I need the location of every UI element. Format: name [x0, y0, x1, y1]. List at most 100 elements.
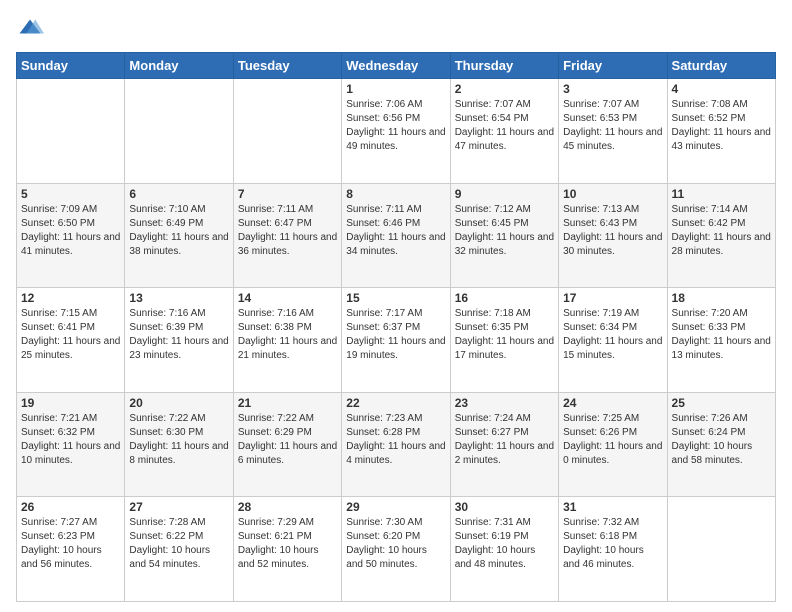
weekday-row: SundayMondayTuesdayWednesdayThursdayFrid…	[17, 53, 776, 79]
day-info: Sunrise: 7:30 AMSunset: 6:20 PMDaylight:…	[346, 516, 445, 572]
day-number: 30	[455, 500, 554, 514]
calendar-week-3: 19 Sunrise: 7:21 AMSunset: 6:32 PMDayligh…	[17, 392, 776, 497]
calendar-cell: 19 Sunrise: 7:21 AMSunset: 6:32 PMDayligh…	[17, 392, 125, 497]
calendar-week-1: 5 Sunrise: 7:09 AMSunset: 6:50 PMDaylight…	[17, 183, 776, 288]
weekday-header-thursday: Thursday	[450, 53, 558, 79]
day-number: 19	[21, 396, 120, 410]
day-info: Sunrise: 7:28 AMSunset: 6:22 PMDaylight:…	[129, 516, 228, 572]
calendar: SundayMondayTuesdayWednesdayThursdayFrid…	[16, 52, 776, 602]
day-info: Sunrise: 7:06 AMSunset: 6:56 PMDaylight:…	[346, 98, 445, 154]
day-number: 11	[672, 187, 771, 201]
weekday-header-tuesday: Tuesday	[233, 53, 341, 79]
logo	[16, 16, 48, 44]
weekday-header-wednesday: Wednesday	[342, 53, 450, 79]
day-number: 15	[346, 291, 445, 305]
day-info: Sunrise: 7:22 AMSunset: 6:29 PMDaylight:…	[238, 412, 337, 468]
day-number: 20	[129, 396, 228, 410]
weekday-header-monday: Monday	[125, 53, 233, 79]
day-info: Sunrise: 7:22 AMSunset: 6:30 PMDaylight:…	[129, 412, 228, 468]
calendar-cell: 4 Sunrise: 7:08 AMSunset: 6:52 PMDaylight…	[667, 79, 775, 184]
day-number: 8	[346, 187, 445, 201]
calendar-cell: 9Sunrise: 7:12 AMSunset: 6:45 PMDaylight…	[450, 183, 558, 288]
day-number: 24	[563, 396, 662, 410]
day-number: 31	[563, 500, 662, 514]
day-info: Sunrise: 7:26 AMSunset: 6:24 PMDaylight:…	[672, 412, 771, 468]
day-number: 3	[563, 82, 662, 96]
day-number: 28	[238, 500, 337, 514]
day-number: 27	[129, 500, 228, 514]
calendar-cell: 26 Sunrise: 7:27 AMSunset: 6:23 PMDayligh…	[17, 497, 125, 602]
day-number: 17	[563, 291, 662, 305]
calendar-cell: 15 Sunrise: 7:17 AMSunset: 6:37 PMDayligh…	[342, 288, 450, 393]
day-info: Sunrise: 7:15 AMSunset: 6:41 PMDaylight:…	[21, 307, 120, 363]
day-number: 29	[346, 500, 445, 514]
day-info: Sunrise: 7:23 AMSunset: 6:28 PMDaylight:…	[346, 412, 445, 468]
day-info: Sunrise: 7:32 AMSunset: 6:18 PMDaylight:…	[563, 516, 662, 572]
day-number: 16	[455, 291, 554, 305]
calendar-cell: 12Sunrise: 7:15 AMSunset: 6:41 PMDayligh…	[17, 288, 125, 393]
day-number: 13	[129, 291, 228, 305]
day-number: 2	[455, 82, 554, 96]
day-number: 1	[346, 82, 445, 96]
day-info: Sunrise: 7:16 AMSunset: 6:38 PMDaylight:…	[238, 307, 337, 363]
day-number: 18	[672, 291, 771, 305]
day-number: 25	[672, 396, 771, 410]
calendar-cell: 7 Sunrise: 7:11 AMSunset: 6:47 PMDaylight…	[233, 183, 341, 288]
day-info: Sunrise: 7:27 AMSunset: 6:23 PMDaylight:…	[21, 516, 120, 572]
day-info: Sunrise: 7:11 AMSunset: 6:47 PMDaylight:…	[238, 203, 337, 259]
day-number: 22	[346, 396, 445, 410]
day-info: Sunrise: 7:24 AMSunset: 6:27 PMDaylight:…	[455, 412, 554, 468]
calendar-cell	[125, 79, 233, 184]
day-info: Sunrise: 7:13 AMSunset: 6:43 PMDaylight:…	[563, 203, 662, 259]
day-info: Sunrise: 7:20 AMSunset: 6:33 PMDaylight:…	[672, 307, 771, 363]
day-info: Sunrise: 7:31 AMSunset: 6:19 PMDaylight:…	[455, 516, 554, 572]
day-number: 21	[238, 396, 337, 410]
logo-icon	[16, 16, 44, 44]
day-info: Sunrise: 7:17 AMSunset: 6:37 PMDaylight:…	[346, 307, 445, 363]
calendar-cell: 21 Sunrise: 7:22 AMSunset: 6:29 PMDayligh…	[233, 392, 341, 497]
day-info: Sunrise: 7:08 AMSunset: 6:52 PMDaylight:…	[672, 98, 771, 154]
calendar-week-2: 12Sunrise: 7:15 AMSunset: 6:41 PMDayligh…	[17, 288, 776, 393]
calendar-cell: 14 Sunrise: 7:16 AMSunset: 6:38 PMDayligh…	[233, 288, 341, 393]
day-info: Sunrise: 7:10 AMSunset: 6:49 PMDaylight:…	[129, 203, 228, 259]
calendar-header: SundayMondayTuesdayWednesdayThursdayFrid…	[17, 53, 776, 79]
calendar-cell	[667, 497, 775, 602]
day-info: Sunrise: 7:18 AMSunset: 6:35 PMDaylight:…	[455, 307, 554, 363]
day-info: Sunrise: 7:19 AMSunset: 6:34 PMDaylight:…	[563, 307, 662, 363]
calendar-cell: 22 Sunrise: 7:23 AMSunset: 6:28 PMDayligh…	[342, 392, 450, 497]
day-number: 5	[21, 187, 120, 201]
calendar-cell: 8 Sunrise: 7:11 AMSunset: 6:46 PMDaylight…	[342, 183, 450, 288]
day-number: 9	[455, 187, 554, 201]
day-info: Sunrise: 7:25 AMSunset: 6:26 PMDaylight:…	[563, 412, 662, 468]
calendar-cell: 18 Sunrise: 7:20 AMSunset: 6:33 PMDayligh…	[667, 288, 775, 393]
day-info: Sunrise: 7:09 AMSunset: 6:50 PMDaylight:…	[21, 203, 120, 259]
calendar-cell: 20 Sunrise: 7:22 AMSunset: 6:30 PMDayligh…	[125, 392, 233, 497]
calendar-cell: 28Sunrise: 7:29 AMSunset: 6:21 PMDayligh…	[233, 497, 341, 602]
calendar-cell: 30 Sunrise: 7:31 AMSunset: 6:19 PMDayligh…	[450, 497, 558, 602]
calendar-cell: 11 Sunrise: 7:14 AMSunset: 6:42 PMDayligh…	[667, 183, 775, 288]
day-number: 23	[455, 396, 554, 410]
day-number: 4	[672, 82, 771, 96]
day-number: 10	[563, 187, 662, 201]
calendar-cell: 17 Sunrise: 7:19 AMSunset: 6:34 PMDayligh…	[559, 288, 667, 393]
day-number: 14	[238, 291, 337, 305]
calendar-cell: 25 Sunrise: 7:26 AMSunset: 6:24 PMDayligh…	[667, 392, 775, 497]
weekday-header-sunday: Sunday	[17, 53, 125, 79]
day-number: 7	[238, 187, 337, 201]
calendar-cell: 3Sunrise: 7:07 AMSunset: 6:53 PMDaylight…	[559, 79, 667, 184]
day-number: 26	[21, 500, 120, 514]
day-info: Sunrise: 7:14 AMSunset: 6:42 PMDaylight:…	[672, 203, 771, 259]
calendar-cell: 13Sunrise: 7:16 AMSunset: 6:39 PMDayligh…	[125, 288, 233, 393]
calendar-cell: 6Sunrise: 7:10 AMSunset: 6:49 PMDaylight…	[125, 183, 233, 288]
calendar-cell: 27 Sunrise: 7:28 AMSunset: 6:22 PMDayligh…	[125, 497, 233, 602]
calendar-week-4: 26 Sunrise: 7:27 AMSunset: 6:23 PMDayligh…	[17, 497, 776, 602]
calendar-cell: 1 Sunrise: 7:06 AMSunset: 6:56 PMDaylight…	[342, 79, 450, 184]
calendar-cell: 24 Sunrise: 7:25 AMSunset: 6:26 PMDayligh…	[559, 392, 667, 497]
day-info: Sunrise: 7:21 AMSunset: 6:32 PMDaylight:…	[21, 412, 120, 468]
weekday-header-saturday: Saturday	[667, 53, 775, 79]
calendar-cell: 29 Sunrise: 7:30 AMSunset: 6:20 PMDayligh…	[342, 497, 450, 602]
calendar-cell: 23 Sunrise: 7:24 AMSunset: 6:27 PMDayligh…	[450, 392, 558, 497]
header	[16, 16, 776, 44]
day-info: Sunrise: 7:11 AMSunset: 6:46 PMDaylight:…	[346, 203, 445, 259]
calendar-cell: 2Sunrise: 7:07 AMSunset: 6:54 PMDaylight…	[450, 79, 558, 184]
